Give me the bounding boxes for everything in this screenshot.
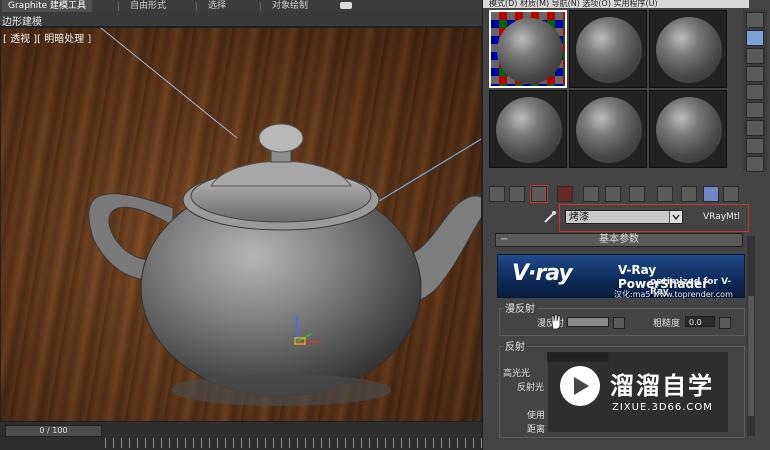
- hand-cursor-icon: [551, 314, 561, 330]
- go-to-parent-icon[interactable]: [723, 186, 739, 202]
- roughness-label: 粗糙度: [653, 319, 681, 329]
- ribbon-subtitle: 边形建模: [2, 17, 42, 28]
- options-icon[interactable]: [746, 120, 764, 136]
- tab-object-paint[interactable]: 对象绘制: [266, 0, 314, 12]
- highlight-gloss-label: 高光光: [503, 369, 531, 379]
- diffuse-group-label: 漫反射: [503, 300, 537, 315]
- material-toolbar: [487, 185, 745, 204]
- vray-banner: V·ray V-Ray PowerShader optimized for V-…: [497, 254, 745, 299]
- tab-freeform[interactable]: 自由形式: [124, 0, 172, 12]
- material-editor-menu[interactable]: 模式(D) 材质(M) 导航(N) 选项(O) 实用程序(U): [483, 0, 749, 8]
- time-slider[interactable]: 0 / 100: [5, 425, 102, 437]
- timeline-ruler[interactable]: [105, 438, 482, 448]
- perspective-viewport[interactable]: [ 透视 ][ 明暗处理 ]: [0, 27, 482, 422]
- rollout-title: 基本参数: [599, 234, 639, 245]
- teapot-model[interactable]: [81, 108, 482, 408]
- watermark-url: ZIXUE.3D66.COM: [612, 402, 713, 413]
- diffuse-color-swatch[interactable]: [567, 317, 609, 327]
- material-slot-3[interactable]: [649, 10, 727, 88]
- backlight-icon[interactable]: [746, 30, 764, 46]
- roughness-map-button[interactable]: [719, 317, 731, 329]
- reflection-group-label: 反射: [503, 338, 527, 353]
- rollout-scrollbar[interactable]: [747, 236, 755, 436]
- select-by-material-icon[interactable]: [746, 138, 764, 154]
- assign-to-selection-icon[interactable]: [530, 185, 548, 203]
- sample-type-icon[interactable]: [746, 12, 764, 28]
- material-name-field[interactable]: 烤漆: [565, 210, 683, 224]
- tab-selection[interactable]: 选择: [202, 0, 232, 12]
- material-type-button[interactable]: VRayMtl: [703, 212, 740, 222]
- background-icon[interactable]: [746, 48, 764, 64]
- material-sphere: [497, 18, 563, 84]
- chevron-down-icon[interactable]: [669, 211, 682, 223]
- tab-graphite[interactable]: Graphite 建模工具: [2, 0, 93, 12]
- roughness-spinner[interactable]: 0.0: [685, 316, 715, 327]
- material-id-icon[interactable]: [657, 186, 673, 202]
- rollout-basic-params[interactable]: − 基本参数: [495, 233, 743, 247]
- divider: [260, 2, 261, 11]
- use-label: 使用: [527, 411, 546, 421]
- material-slot-5[interactable]: [569, 90, 647, 168]
- time-slider-area: 0 / 100: [0, 422, 482, 450]
- make-unique-icon[interactable]: [605, 186, 621, 202]
- material-slot-4[interactable]: [489, 90, 567, 168]
- eyedropper-icon[interactable]: [543, 210, 557, 224]
- reflect-gloss-label: 反射光: [517, 383, 545, 393]
- reset-map-icon[interactable]: [557, 186, 573, 202]
- divider: [118, 2, 119, 11]
- copy-material-icon[interactable]: [583, 186, 599, 202]
- put-to-library-icon[interactable]: [629, 186, 645, 202]
- preview-icon[interactable]: [746, 102, 764, 118]
- watermark-title: 溜溜自学: [610, 372, 714, 400]
- video-color-icon[interactable]: [746, 84, 764, 100]
- ribbon-subbar: 边形建模: [0, 12, 482, 28]
- material-navigator-icon[interactable]: [746, 156, 764, 172]
- get-material-icon[interactable]: [489, 186, 505, 202]
- ribbon-options-icon[interactable]: [340, 2, 352, 9]
- put-to-scene-icon[interactable]: [509, 186, 525, 202]
- material-side-toolbar: [743, 10, 767, 172]
- watermark: 溜溜自学 ZIXUE.3D66.COM: [548, 352, 728, 432]
- distance-label: 距离: [527, 425, 546, 435]
- transform-gizmo[interactable]: [287, 312, 327, 352]
- material-slot-6[interactable]: [649, 90, 727, 168]
- uv-tiling-icon[interactable]: [746, 66, 764, 82]
- banner-credit: 汉化:ma5 www.toprender.com: [614, 290, 733, 299]
- divider: [196, 2, 197, 11]
- diffuse-map-button[interactable]: [613, 317, 625, 329]
- material-slot-1[interactable]: [489, 10, 567, 88]
- vray-logo: V·ray: [512, 261, 573, 286]
- show-map-icon[interactable]: [681, 186, 697, 202]
- material-slot-2[interactable]: [569, 10, 647, 88]
- show-end-result-icon[interactable]: [703, 186, 719, 202]
- play-logo-icon: [560, 366, 600, 406]
